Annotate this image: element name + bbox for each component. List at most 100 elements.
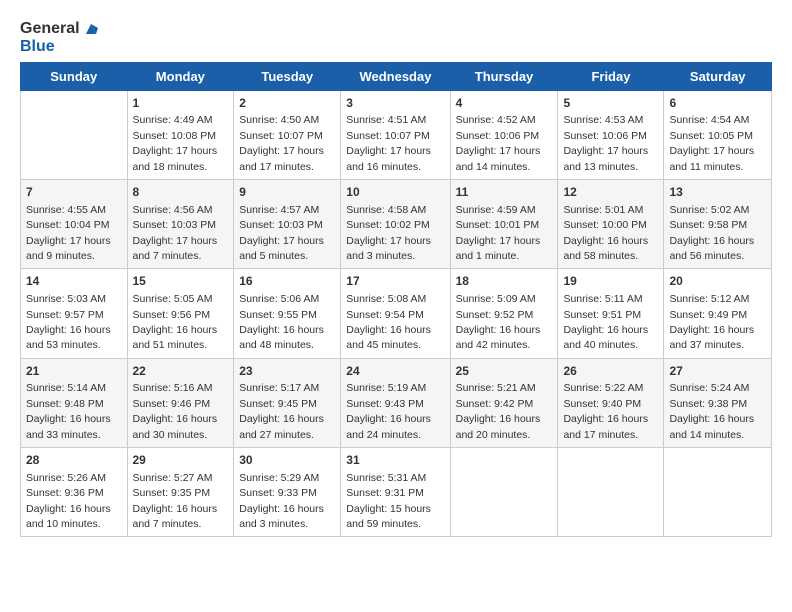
day-number: 2 [239,95,335,112]
calendar-cell: 13 Sunrise: 5:02 AM Sunset: 9:58 PM Dayli… [664,179,772,268]
header-row: SundayMondayTuesdayWednesdayThursdayFrid… [21,62,772,90]
day-content: Sunrise: 5:21 AM Sunset: 9:42 PM Dayligh… [456,382,541,440]
day-header-sunday: Sunday [21,62,128,90]
calendar-cell: 18 Sunrise: 5:09 AM Sunset: 9:52 PM Dayli… [450,269,558,358]
day-header-tuesday: Tuesday [234,62,341,90]
calendar-cell: 15 Sunrise: 5:05 AM Sunset: 9:56 PM Dayli… [127,269,234,358]
calendar-cell: 3 Sunrise: 4:51 AM Sunset: 10:07 PM Dayli… [341,90,450,179]
day-number: 28 [26,452,122,469]
day-content: Sunrise: 4:54 AM Sunset: 10:05 PM Daylig… [669,114,754,172]
day-content: Sunrise: 4:50 AM Sunset: 10:07 PM Daylig… [239,114,324,172]
day-number: 18 [456,273,553,290]
week-row-3: 14 Sunrise: 5:03 AM Sunset: 9:57 PM Dayli… [21,269,772,358]
day-content: Sunrise: 4:57 AM Sunset: 10:03 PM Daylig… [239,204,324,262]
calendar-cell: 16Sunrise: 5:06 AM Sunset: 9:55 PM Dayli… [234,269,341,358]
calendar-cell [450,448,558,537]
day-number: 10 [346,184,444,201]
day-number: 21 [26,363,122,380]
day-content: Sunrise: 4:59 AM Sunset: 10:01 PM Daylig… [456,204,541,262]
day-number: 7 [26,184,122,201]
week-row-2: 7Sunrise: 4:55 AM Sunset: 10:04 PM Dayli… [21,179,772,268]
day-header-monday: Monday [127,62,234,90]
week-row-5: 28 Sunrise: 5:26 AM Sunset: 9:36 PM Dayli… [21,448,772,537]
logo: General Blue [20,20,100,56]
calendar-cell: 10 Sunrise: 4:58 AM Sunset: 10:02 PM Dayl… [341,179,450,268]
calendar-cell: 25 Sunrise: 5:21 AM Sunset: 9:42 PM Dayli… [450,358,558,447]
day-number: 8 [133,184,229,201]
day-header-wednesday: Wednesday [341,62,450,90]
day-content: Sunrise: 5:08 AM Sunset: 9:54 PM Dayligh… [346,293,431,351]
day-number: 25 [456,363,553,380]
day-number: 3 [346,95,444,112]
day-content: Sunrise: 5:14 AM Sunset: 9:48 PM Dayligh… [26,382,111,440]
day-content: Sunrise: 5:24 AM Sunset: 9:38 PM Dayligh… [669,382,754,440]
day-content: Sunrise: 5:29 AM Sunset: 9:33 PM Dayligh… [239,472,324,530]
calendar-cell: 27Sunrise: 5:24 AM Sunset: 9:38 PM Dayli… [664,358,772,447]
calendar-cell: 14 Sunrise: 5:03 AM Sunset: 9:57 PM Dayli… [21,269,128,358]
day-number: 17 [346,273,444,290]
calendar-cell: 20Sunrise: 5:12 AM Sunset: 9:49 PM Dayli… [664,269,772,358]
day-content: Sunrise: 4:56 AM Sunset: 10:03 PM Daylig… [133,204,218,262]
calendar-cell: 22Sunrise: 5:16 AM Sunset: 9:46 PM Dayli… [127,358,234,447]
day-header-thursday: Thursday [450,62,558,90]
calendar-cell: 29Sunrise: 5:27 AM Sunset: 9:35 PM Dayli… [127,448,234,537]
calendar-cell: 4Sunrise: 4:52 AM Sunset: 10:06 PM Dayli… [450,90,558,179]
day-content: Sunrise: 5:17 AM Sunset: 9:45 PM Dayligh… [239,382,324,440]
calendar-cell: 28 Sunrise: 5:26 AM Sunset: 9:36 PM Dayli… [21,448,128,537]
day-number: 9 [239,184,335,201]
day-content: Sunrise: 4:52 AM Sunset: 10:06 PM Daylig… [456,114,541,172]
day-number: 19 [563,273,658,290]
logo-general: General [20,20,80,38]
day-number: 14 [26,273,122,290]
calendar-body: 1Sunrise: 4:49 AM Sunset: 10:08 PM Dayli… [21,90,772,537]
day-number: 13 [669,184,766,201]
logo-blue: Blue [20,38,55,56]
day-content: Sunrise: 4:58 AM Sunset: 10:02 PM Daylig… [346,204,431,262]
day-number: 31 [346,452,444,469]
day-number: 22 [133,363,229,380]
calendar-cell: 30 Sunrise: 5:29 AM Sunset: 9:33 PM Dayli… [234,448,341,537]
day-number: 1 [133,95,229,112]
calendar-cell [664,448,772,537]
day-number: 29 [133,452,229,469]
calendar-cell: 11 Sunrise: 4:59 AM Sunset: 10:01 PM Dayl… [450,179,558,268]
calendar-header: SundayMondayTuesdayWednesdayThursdayFrid… [21,62,772,90]
day-content: Sunrise: 5:31 AM Sunset: 9:31 PM Dayligh… [346,472,431,530]
calendar-cell: 17 Sunrise: 5:08 AM Sunset: 9:54 PM Dayli… [341,269,450,358]
day-content: Sunrise: 5:26 AM Sunset: 9:36 PM Dayligh… [26,472,111,530]
calendar-cell: 31 Sunrise: 5:31 AM Sunset: 9:31 PM Dayli… [341,448,450,537]
day-content: Sunrise: 5:03 AM Sunset: 9:57 PM Dayligh… [26,293,111,351]
day-number: 15 [133,273,229,290]
day-number: 24 [346,363,444,380]
day-number: 23 [239,363,335,380]
calendar-cell: 1Sunrise: 4:49 AM Sunset: 10:08 PM Dayli… [127,90,234,179]
week-row-4: 21 Sunrise: 5:14 AM Sunset: 9:48 PM Dayli… [21,358,772,447]
calendar-cell: 21 Sunrise: 5:14 AM Sunset: 9:48 PM Dayli… [21,358,128,447]
day-content: Sunrise: 5:05 AM Sunset: 9:56 PM Dayligh… [133,293,218,351]
day-content: Sunrise: 5:02 AM Sunset: 9:58 PM Dayligh… [669,204,754,262]
header: General Blue [20,20,772,56]
day-content: Sunrise: 5:01 AM Sunset: 10:00 PM Daylig… [563,204,648,262]
calendar-cell: 8 Sunrise: 4:56 AM Sunset: 10:03 PM Dayli… [127,179,234,268]
day-content: Sunrise: 5:11 AM Sunset: 9:51 PM Dayligh… [563,293,648,351]
calendar-cell: 6 Sunrise: 4:54 AM Sunset: 10:05 PM Dayli… [664,90,772,179]
day-number: 16 [239,273,335,290]
calendar-cell: 24Sunrise: 5:19 AM Sunset: 9:43 PM Dayli… [341,358,450,447]
day-number: 20 [669,273,766,290]
calendar-cell: 7Sunrise: 4:55 AM Sunset: 10:04 PM Dayli… [21,179,128,268]
calendar-cell: 19 Sunrise: 5:11 AM Sunset: 9:51 PM Dayli… [558,269,664,358]
day-number: 11 [456,184,553,201]
day-number: 12 [563,184,658,201]
day-header-friday: Friday [558,62,664,90]
day-number: 5 [563,95,658,112]
logo-triangle-icon [82,20,100,38]
day-content: Sunrise: 5:09 AM Sunset: 9:52 PM Dayligh… [456,293,541,351]
calendar-cell [21,90,128,179]
calendar-cell: 26Sunrise: 5:22 AM Sunset: 9:40 PM Dayli… [558,358,664,447]
day-content: Sunrise: 4:53 AM Sunset: 10:06 PM Daylig… [563,114,648,172]
day-number: 30 [239,452,335,469]
day-content: Sunrise: 4:51 AM Sunset: 10:07 PM Daylig… [346,114,431,172]
day-number: 6 [669,95,766,112]
calendar-cell: 9 Sunrise: 4:57 AM Sunset: 10:03 PM Dayli… [234,179,341,268]
calendar-cell: 5 Sunrise: 4:53 AM Sunset: 10:06 PM Dayli… [558,90,664,179]
